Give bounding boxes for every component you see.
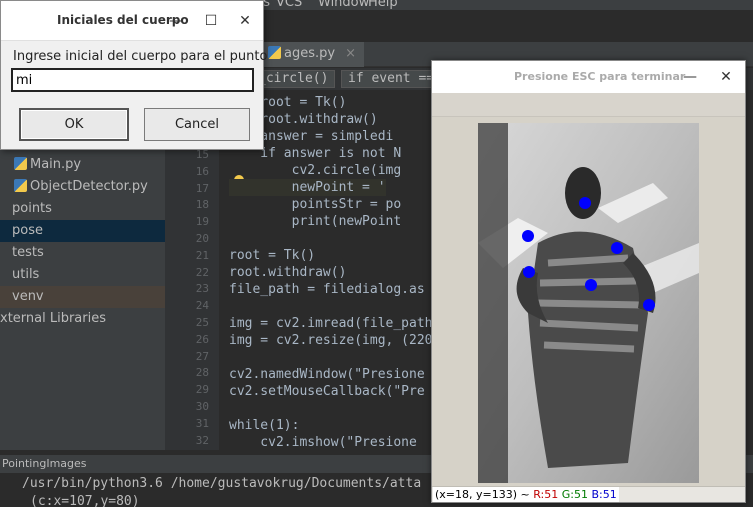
- code-line: cv2.imshow("Presione: [229, 435, 425, 450]
- tab-label: ages.py: [284, 46, 336, 61]
- line-number: 21: [195, 248, 209, 262]
- close-icon[interactable]: ✕: [235, 11, 255, 31]
- code-line: cv2.circle(img: [229, 163, 402, 178]
- cv-status-bar: (x=18, y=133) ~ R:51 G:51 B:51: [432, 486, 745, 502]
- cv-window-titlebar[interactable]: Presione ESC para terminar — ✕: [432, 61, 745, 93]
- tree-file-main[interactable]: Main.py: [14, 154, 81, 176]
- keypoint-marker: [579, 197, 591, 209]
- dialog-titlebar[interactable]: Iniciales del cuerpo — ☐ ✕: [1, 1, 263, 41]
- tree-file-label: ObjectDetector.py: [30, 179, 148, 194]
- line-number: 24: [195, 299, 209, 313]
- line-number: 22: [195, 265, 209, 279]
- menu-item-help[interactable]: Help: [368, 0, 398, 10]
- code-line: root = Tk(): [229, 248, 316, 263]
- keypoint-marker: [611, 242, 623, 254]
- cv-window-toolbar: [432, 93, 745, 117]
- line-number: 28: [195, 366, 209, 380]
- keypoint-marker: [643, 299, 655, 311]
- dialog-prompt: Ingrese inicial del cuerpo para el punto: [13, 49, 268, 64]
- keypoint-marker: [522, 230, 534, 242]
- tree-file-objectdetector[interactable]: ObjectDetector.py: [14, 176, 148, 198]
- line-number: 30: [195, 400, 209, 413]
- minimize-icon[interactable]: —: [166, 11, 186, 31]
- line-number: 26: [195, 332, 209, 346]
- menu-item-vcs[interactable]: VCS: [276, 0, 302, 10]
- code-line: pointsStr = po: [229, 197, 402, 212]
- line-number: 20: [195, 232, 209, 245]
- line-number: 25: [195, 316, 209, 329]
- initial-input[interactable]: [11, 68, 254, 92]
- python-file-icon: [268, 46, 281, 59]
- tab-pointing-images[interactable]: ages.py ×: [260, 42, 364, 67]
- keypoint-marker: [523, 266, 535, 278]
- code-line: newPoint = ': [229, 179, 386, 196]
- opencv-window: Presione ESC para terminar — ✕ (x=18, y=…: [431, 60, 746, 503]
- pixel-green: G:51: [561, 488, 588, 501]
- tree-folder-pose[interactable]: pose: [0, 220, 165, 242]
- cv-window-title: Presione ESC para terminar: [514, 70, 686, 83]
- breadcrumb-if[interactable]: if event ==: [341, 70, 442, 88]
- pixel-blue: B:51: [591, 488, 617, 501]
- line-number: 19: [195, 215, 209, 229]
- line-number: 18: [195, 198, 209, 212]
- python-file-icon: [14, 179, 27, 192]
- code-line: print(newPoint: [229, 214, 402, 229]
- pose-image[interactable]: [478, 123, 699, 483]
- pixel-red: R:51: [533, 488, 559, 501]
- line-number: 32: [195, 433, 209, 447]
- minimize-icon[interactable]: —: [680, 67, 700, 87]
- tree-file-label: Main.py: [30, 157, 82, 172]
- pixel-coordinates: (x=18, y=133) ~: [435, 488, 534, 501]
- line-number: 23: [195, 282, 209, 296]
- initials-dialog: Iniciales del cuerpo — ☐ ✕ Ingrese inici…: [0, 0, 268, 150]
- console-line: (c:x=107,y=80): [30, 494, 140, 507]
- tree-folder-points[interactable]: points: [0, 198, 165, 220]
- person-head: [565, 167, 601, 219]
- tree-folder-tests[interactable]: tests: [0, 242, 165, 264]
- line-number: 29: [195, 383, 209, 397]
- maximize-icon[interactable]: ☐: [201, 11, 221, 31]
- project-tree: Main.py ObjectDetector.py points pose te…: [0, 150, 165, 450]
- code-line: img = cv2.imread(file_path: [229, 316, 433, 331]
- line-number: 17: [195, 181, 209, 195]
- close-icon[interactable]: ✕: [716, 67, 736, 87]
- person-left-edge: [478, 123, 508, 483]
- tree-folder-utils[interactable]: utils: [0, 264, 165, 286]
- code-line: cv2.namedWindow("Presione: [229, 367, 425, 382]
- close-tab-icon[interactable]: ×: [345, 46, 356, 61]
- pixel-readout: (x=18, y=133) ~ R:51 G:51 B:51: [433, 487, 619, 502]
- code-line: cv2.setMouseCallback("Pre: [229, 384, 425, 399]
- python-file-icon: [14, 157, 27, 170]
- line-number: 16: [195, 164, 209, 178]
- cancel-button[interactable]: Cancel: [144, 108, 250, 141]
- tree-folder-venv[interactable]: venv: [0, 286, 165, 308]
- tree-external-libraries[interactable]: xternal Libraries: [0, 308, 106, 330]
- console-line: /usr/bin/python3.6 /home/gustavokrug/Doc…: [22, 476, 422, 491]
- code-line: file_path = filedialog.as: [229, 282, 425, 297]
- code-line: img = cv2.resize(img, (220: [229, 333, 433, 348]
- code-line: while(1):: [229, 418, 300, 433]
- line-number: 27: [195, 349, 209, 363]
- line-number: 31: [195, 416, 209, 430]
- ok-button[interactable]: OK: [19, 108, 129, 141]
- menu-item-window[interactable]: Window: [318, 0, 369, 10]
- keypoint-marker: [585, 279, 597, 291]
- code-line: root.withdraw(): [229, 265, 347, 280]
